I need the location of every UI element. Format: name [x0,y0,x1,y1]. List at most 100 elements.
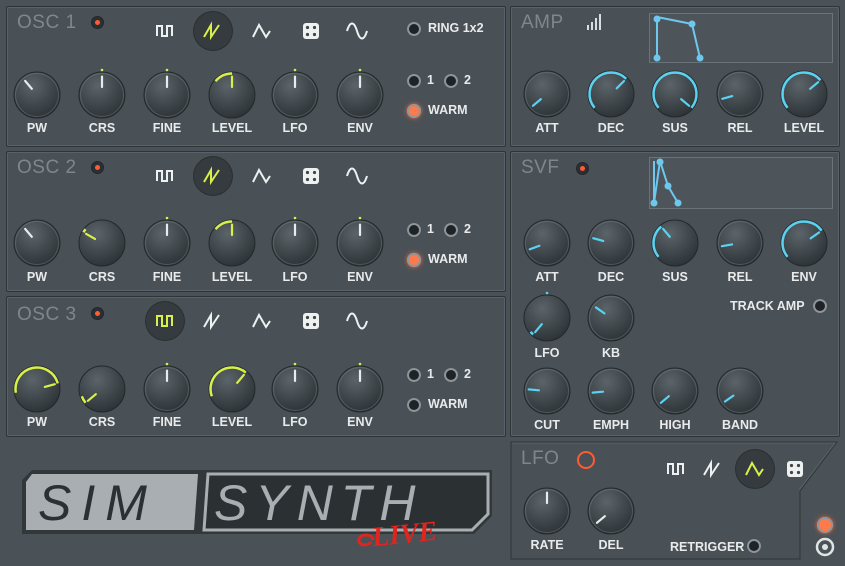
amp-knob-dec[interactable] [584,67,638,121]
live-swirl-icon [357,533,375,547]
osc1-square-wave-icon[interactable] [150,16,180,46]
track-amp-toggle[interactable] [813,299,827,313]
svf-label-lfo: LFO [534,346,560,360]
svf-knob-sus[interactable] [648,216,702,270]
osc3-knob-level[interactable] [205,362,259,416]
osc3-label-level: LEVEL [211,415,253,429]
osc2-label-pw: PW [26,270,48,284]
osc2-triangle-wave-icon[interactable] [247,161,277,191]
osc3-sine-wave-icon[interactable] [342,306,372,336]
svf-knob-cut[interactable] [520,364,574,418]
osc2-knob-pw[interactable] [10,216,64,270]
osc1-ring-toggle[interactable] [407,22,421,36]
lfo-power-led[interactable] [577,451,595,469]
osc1-noise-dice-icon[interactable] [296,16,326,46]
amp-knob-sus[interactable] [648,67,702,121]
osc1-knob-level[interactable] [205,68,259,122]
svf-knob-env[interactable] [777,216,831,270]
svf-knob-dec[interactable] [584,216,638,270]
svf-label-env: ENV [791,270,817,284]
amp-knob-att[interactable] [520,67,574,121]
osc1-knob-pw[interactable] [10,68,64,122]
svf-power-led[interactable] [577,163,588,174]
amp-knob-level[interactable] [777,67,831,121]
lfo-square-wave-icon[interactable] [661,454,691,484]
osc3-knob-fine[interactable] [140,362,194,416]
svf-envelope-display[interactable] [649,157,833,209]
osc1-route1-toggle[interactable] [407,74,421,88]
logo-sim: SIM [38,475,157,531]
osc2-knob-crs[interactable] [75,216,129,270]
osc3-route1-toggle[interactable] [407,368,421,382]
lfo-title: LFO [521,448,560,469]
osc1-knob-lfo[interactable] [268,68,322,122]
osc1-knob-fine[interactable] [140,68,194,122]
osc2-knob-level[interactable] [205,216,259,270]
lfo-knob-rate[interactable] [520,484,574,538]
osc2-knob-lfo[interactable] [268,216,322,270]
osc1-sine-wave-icon[interactable] [342,16,372,46]
osc2-sine-wave-icon[interactable] [342,161,372,191]
osc2-route1-toggle[interactable] [407,223,421,237]
osc3-knob-crs[interactable] [75,362,129,416]
svf-knob-lfo[interactable] [520,291,574,345]
osc1-triangle-wave-icon[interactable] [247,16,277,46]
osc2-power-led[interactable] [92,162,103,173]
osc2-square-wave-icon[interactable] [150,161,180,191]
velocity-bars-icon[interactable] [587,14,601,30]
osc3-knob-lfo[interactable] [268,362,322,416]
svf-knob-band[interactable] [713,364,767,418]
retrigger-label: RETRIGGER [670,540,745,554]
osc3-triangle-wave-icon[interactable] [247,306,277,336]
osc1-title: OSC 1 [17,12,77,33]
lfo-noise-dice-icon[interactable] [780,454,810,484]
record-link-icon[interactable] [815,537,835,557]
svf-knob-kb[interactable] [584,291,638,345]
osc2-noise-dice-icon[interactable] [296,161,326,191]
osc3-saw-wave-icon[interactable] [198,306,228,336]
osc3-route1-label: 1 [427,367,434,381]
osc1-label-level: LEVEL [211,121,253,135]
svf-knob-rel[interactable] [713,216,767,270]
osc2-route2-toggle[interactable] [444,223,458,237]
lfo-knob-del[interactable] [584,484,638,538]
osc1-knob-env[interactable] [333,68,387,122]
svf-knob-emph[interactable] [584,364,638,418]
osc3-route2-label: 2 [464,367,471,381]
retrigger-toggle[interactable] [747,539,761,553]
osc2-label-fine: FINE [152,270,182,284]
osc2-saw-wave-icon[interactable] [194,157,232,195]
osc3-label-fine: FINE [152,415,182,429]
amp-knob-rel[interactable] [713,67,767,121]
osc1-power-led[interactable] [92,17,103,28]
lfo-triangle-wave-icon[interactable] [736,450,774,488]
amp-envelope-display[interactable] [649,13,833,63]
osc1-warm-toggle[interactable] [407,104,421,118]
amp-label-rel: REL [727,121,753,135]
osc1-label-env: ENV [347,121,373,135]
osc3-power-led[interactable] [92,308,103,319]
osc3-warm-toggle[interactable] [407,398,421,412]
osc3-square-wave-icon[interactable] [146,302,184,340]
osc2-warm-toggle[interactable] [407,253,421,267]
osc3-knob-env[interactable] [333,362,387,416]
osc3-knob-pw[interactable] [10,362,64,416]
amp-label-sus: SUS [662,121,688,135]
osc3-noise-dice-icon[interactable] [296,306,326,336]
osc1-route2-toggle[interactable] [444,74,458,88]
osc3-label-lfo: LFO [282,415,308,429]
osc2-knob-env[interactable] [333,216,387,270]
osc1-saw-wave-icon[interactable] [194,12,232,50]
lfo-label-del: DEL [598,538,624,552]
osc1-knob-crs[interactable] [75,68,129,122]
osc3-warm-label: WARM [428,397,468,411]
osc3-route2-toggle[interactable] [444,368,458,382]
logo-live: LIVE [370,515,439,554]
power-button[interactable] [817,517,833,533]
osc2-knob-fine[interactable] [140,216,194,270]
svf-knob-att[interactable] [520,216,574,270]
lfo-saw-wave-icon[interactable] [698,454,728,484]
svf-knob-high[interactable] [648,364,702,418]
osc1-ring-label: RING 1x2 [428,21,484,35]
svf-label-high: HIGH [659,418,691,432]
